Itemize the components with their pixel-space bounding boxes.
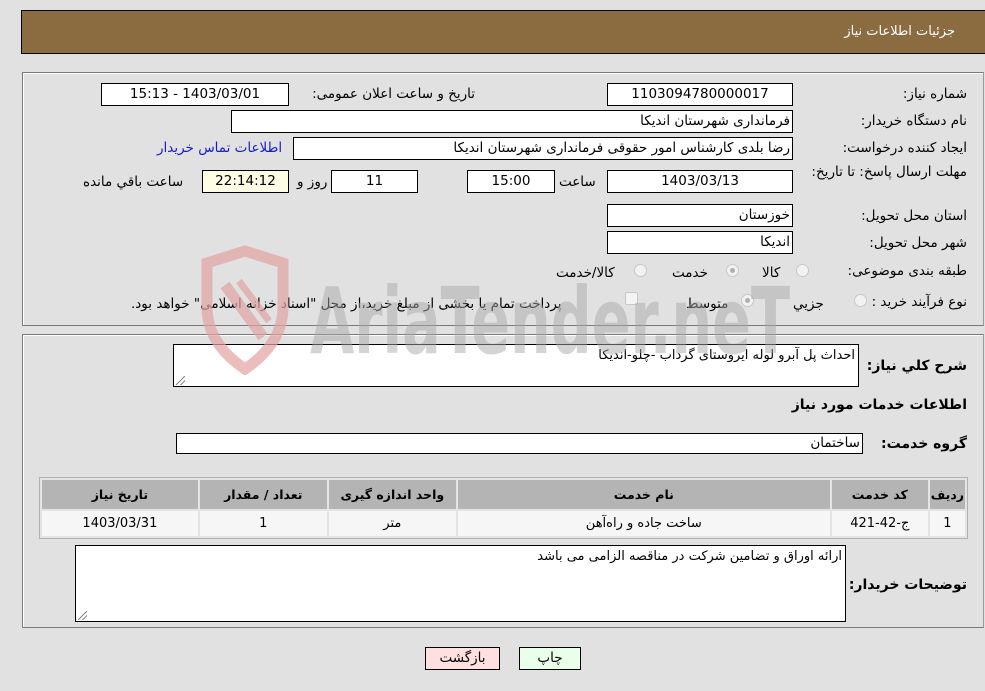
category-option-goods: کالا bbox=[762, 265, 781, 281]
page-title: جزئیات اطلاعات نیاز bbox=[844, 24, 955, 39]
remaining-time-label: ساعت باقي مانده bbox=[83, 174, 184, 190]
category-radio-goods[interactable] bbox=[796, 264, 809, 277]
creator-field[interactable]: رضا بلدی کارشناس امور حقوقی فرمانداری شه… bbox=[293, 137, 793, 160]
buyer-contact-link[interactable]: اطلاعات تماس خریدار bbox=[157, 140, 282, 156]
process-option-minor: جزيي bbox=[793, 296, 824, 312]
deadline-time-label: ساعت bbox=[559, 174, 596, 190]
process-radio-medium[interactable] bbox=[741, 294, 754, 307]
resize-grip-icon[interactable] bbox=[78, 611, 87, 620]
back-button[interactable]: بازگشت bbox=[425, 647, 500, 670]
process-option-medium: متوسط bbox=[686, 296, 729, 312]
remaining-time-field: 22:14:12 bbox=[202, 170, 289, 193]
province-field[interactable]: خوزستان bbox=[607, 204, 793, 227]
buyer-org-field[interactable]: فرمانداری شهرستان اندیکا bbox=[231, 110, 793, 133]
treasury-checkbox[interactable] bbox=[625, 292, 638, 305]
cell-quantity: 1 bbox=[199, 511, 327, 536]
cell-row-number: 1 bbox=[929, 511, 965, 536]
treasury-note: پرداخت تمام یا بخشی از مبلغ خرید،از محل … bbox=[131, 296, 562, 312]
announce-datetime-field[interactable]: 1403/03/01 - 15:13 bbox=[101, 83, 289, 106]
buyer-notes-textarea[interactable]: ارائه اوراق و تضامین شرکت در مناقصه الزا… bbox=[75, 545, 846, 622]
col-header-quantity: تعداد / مقدار bbox=[199, 480, 327, 509]
services-table: ردیف کد خدمت نام خدمت واحد اندازه گیری ت… bbox=[39, 477, 968, 539]
col-header-need-date: تاریخ نیاز bbox=[42, 480, 198, 509]
announce-label: تاریخ و ساعت اعلان عمومی: bbox=[312, 86, 475, 102]
description-text: احداث پل آبرو لوله ایروستای گرداب -چلو-ا… bbox=[598, 348, 855, 363]
buyer-org-label: نام دستگاه خریدار: bbox=[860, 113, 967, 129]
service-group-label: گروه خدمت: bbox=[881, 436, 967, 452]
buyer-notes-text: ارائه اوراق و تضامین شرکت در مناقصه الزا… bbox=[537, 549, 842, 564]
deadline-time-field[interactable]: 15:00 bbox=[467, 170, 555, 193]
process-label: نوع فرآیند خرید : bbox=[871, 294, 967, 310]
description-textarea[interactable]: احداث پل آبرو لوله ایروستای گرداب -چلو-ا… bbox=[173, 344, 859, 387]
days-remaining-field[interactable]: 11 bbox=[331, 170, 418, 193]
process-radio-minor[interactable] bbox=[854, 294, 867, 307]
category-radio-service[interactable] bbox=[726, 264, 739, 277]
cell-unit: متر bbox=[328, 511, 456, 536]
cell-need-date: 1403/03/31 bbox=[42, 511, 198, 536]
table-row: 1 ج-42-421 ساخت جاده و راه‌آهن متر 1 140… bbox=[42, 511, 965, 536]
table-header-row: ردیف کد خدمت نام خدمت واحد اندازه گیری ت… bbox=[42, 480, 965, 509]
col-header-unit: واحد اندازه گیری bbox=[328, 480, 456, 509]
buyer-notes-label: توضیحات خریدار: bbox=[848, 577, 967, 593]
col-header-service-name: نام خدمت bbox=[457, 480, 830, 509]
category-option-service: خدمت bbox=[672, 265, 708, 281]
category-radio-goods-service[interactable] bbox=[634, 264, 647, 277]
creator-label: ایجاد کننده درخواست: bbox=[842, 140, 967, 156]
city-label: شهر محل تحویل: bbox=[869, 235, 967, 251]
deadline-date-field[interactable]: 1403/03/13 bbox=[607, 170, 793, 193]
days-label: روز و bbox=[297, 174, 328, 190]
city-field[interactable]: اندیکا bbox=[607, 231, 793, 254]
category-label: طبقه بندی موضوعی: bbox=[847, 263, 967, 279]
description-label: شرح کلي نياز: bbox=[866, 358, 967, 374]
print-button[interactable]: چاپ bbox=[519, 647, 581, 670]
cell-service-code: ج-42-421 bbox=[831, 511, 928, 536]
resize-grip-icon[interactable] bbox=[176, 376, 185, 385]
province-label: استان محل تحویل: bbox=[861, 208, 967, 224]
deadline-label: مهلت ارسال پاسخ: تا تاریخ: bbox=[811, 164, 967, 180]
col-header-service-code: کد خدمت bbox=[831, 480, 928, 509]
need-number-field[interactable]: 1103094780000017 bbox=[607, 83, 793, 106]
service-group-field[interactable]: ساختمان bbox=[176, 433, 863, 454]
need-number-label: شماره نیاز: bbox=[902, 86, 967, 102]
page-header: جزئیات اطلاعات نیاز bbox=[21, 10, 985, 54]
category-option-goods-service: کالا/خدمت bbox=[556, 265, 615, 281]
services-heading: اطلاعات خدمات مورد نیاز bbox=[791, 397, 967, 413]
col-header-row-number: ردیف bbox=[929, 480, 965, 509]
cell-service-name: ساخت جاده و راه‌آهن bbox=[457, 511, 830, 536]
